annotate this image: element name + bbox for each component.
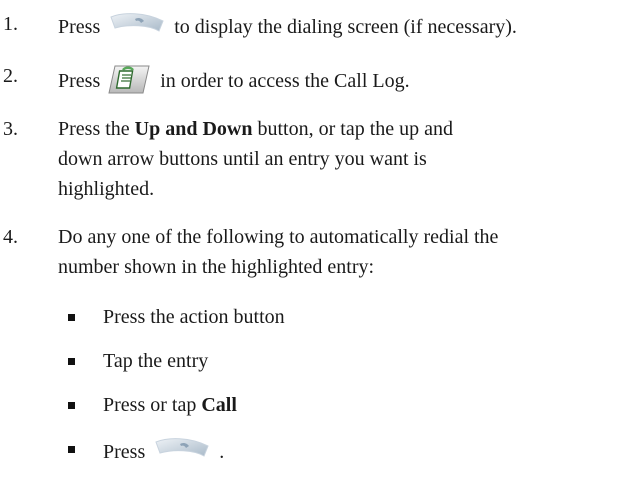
step-text-line: down arrow buttons until an entry you wa… xyxy=(58,148,427,170)
step-text-before: Press xyxy=(58,16,101,38)
bullet-mark xyxy=(68,358,75,365)
talk-button-icon xyxy=(150,436,214,473)
step-text-line: number shown in the highlighted entry: xyxy=(58,256,375,278)
step-text-after: to display the dialing screen (if necess… xyxy=(174,16,517,38)
step-text-before: Press the xyxy=(58,118,130,140)
bullet-text-after: . xyxy=(219,441,225,463)
step-text-line: Do any one of the following to automatic… xyxy=(58,226,499,248)
bullet-text-before: Press or tap xyxy=(103,394,197,416)
bullet-mark xyxy=(68,446,75,453)
step-number: 4. xyxy=(3,226,18,248)
step-text-bold: Up and Down xyxy=(134,118,253,140)
step-text-line: highlighted. xyxy=(58,178,155,200)
step-text-after: in order to access the Call Log. xyxy=(160,70,410,92)
step-number: 3. xyxy=(3,118,18,140)
step-number: 1. xyxy=(3,13,18,35)
bullet-mark xyxy=(68,314,75,321)
bullet-mark xyxy=(68,402,75,409)
step-text: Press the Up and Down button, or tap the… xyxy=(58,116,453,206)
step-text-after: button, or tap the up and xyxy=(257,118,454,140)
bullet-text-before: Press xyxy=(103,441,146,463)
step-text-line: Press the Up and Down button, or tap the… xyxy=(58,116,453,146)
step-text: Press to display the dialing screen (if … xyxy=(58,11,517,48)
step-number: 2. xyxy=(3,65,18,87)
call-log-icon xyxy=(105,63,155,102)
step-text: Do any one of the following to automatic… xyxy=(58,224,498,284)
talk-button-icon xyxy=(105,11,169,48)
bullet-text-bold: Call xyxy=(201,394,237,416)
bullet-text: Press . xyxy=(103,436,224,473)
step-text: Press in order to access the Call Log. xyxy=(58,63,410,102)
step-text-before: Press xyxy=(58,70,101,92)
bullet-text: Press the action button xyxy=(103,306,285,328)
bullet-text: Press or tap Call xyxy=(103,392,237,418)
bullet-text: Tap the entry xyxy=(103,350,209,372)
